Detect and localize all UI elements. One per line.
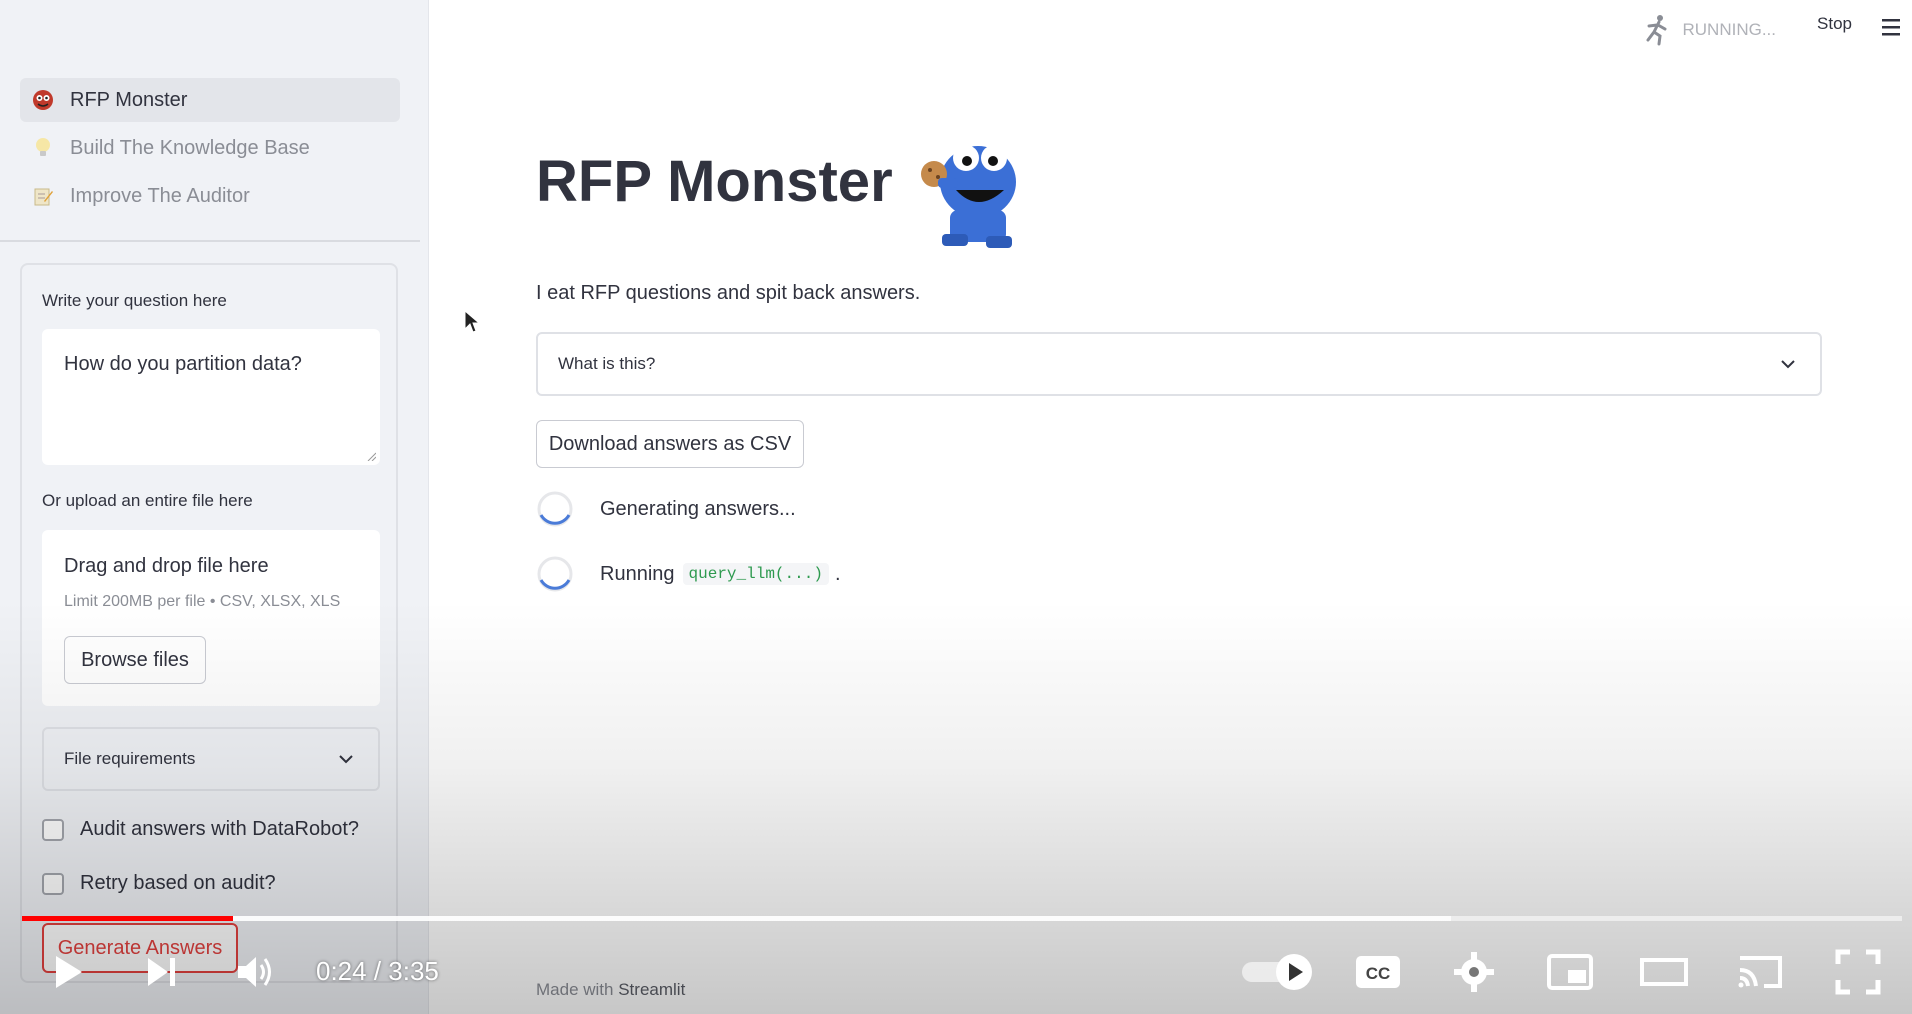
retry-label: Retry based on audit? xyxy=(80,872,276,894)
captions-icon[interactable]: CC xyxy=(1354,948,1402,996)
checkbox-box[interactable] xyxy=(42,872,64,895)
question-label: Write your question here xyxy=(42,291,227,310)
nav-item-build-knowledge-base[interactable]: Build The Knowledge Base xyxy=(20,126,400,170)
page-subtitle: I eat RFP questions and spit back answer… xyxy=(536,282,921,304)
stop-button[interactable]: Stop xyxy=(1817,14,1852,34)
volume-icon[interactable] xyxy=(232,948,280,996)
nav-item-improve-auditor[interactable]: Improve The Auditor xyxy=(20,174,400,218)
question-value: How do you partition data? xyxy=(64,353,302,375)
cast-icon[interactable] xyxy=(1736,948,1784,996)
spinner-running-suffix: . xyxy=(834,562,841,585)
progress-played xyxy=(22,916,233,921)
footer-prefix: Made with xyxy=(536,980,614,999)
sidebar-nav: RFP Monster Build The Knowledge Base Imp… xyxy=(20,78,400,222)
nav-label: Build The Knowledge Base xyxy=(70,136,310,159)
monster-face-icon xyxy=(30,87,56,113)
video-progress-bar[interactable] xyxy=(22,916,1902,921)
download-csv-button[interactable]: Download answers as CSV xyxy=(536,420,804,468)
status-text: RUNNING... xyxy=(1682,20,1777,39)
spinner-text: Generating answers... xyxy=(600,497,796,520)
fullscreen-icon[interactable] xyxy=(1834,948,1882,996)
memo-pencil-icon xyxy=(30,183,56,209)
page-title: RFP Monster xyxy=(536,149,893,214)
spinner-running: Running query_llm(...) . xyxy=(536,555,841,593)
expander-label: What is this? xyxy=(558,354,656,373)
checkbox-box[interactable] xyxy=(42,818,64,841)
next-icon[interactable] xyxy=(138,948,186,996)
chevron-down-icon xyxy=(1781,360,1795,369)
file-requirements-expander[interactable]: File requirements xyxy=(42,727,380,791)
dropzone-title: Drag and drop file here xyxy=(64,555,269,577)
sidebar-divider xyxy=(0,240,420,242)
footer: Made with Streamlit xyxy=(536,980,685,1000)
running-status: RUNNING... xyxy=(1641,14,1777,46)
retry-checkbox[interactable]: Retry based on audit? xyxy=(42,872,276,895)
sidebar: RFP Monster Build The Knowledge Base Imp… xyxy=(0,0,429,1014)
play-icon[interactable] xyxy=(44,948,92,996)
hamburger-menu-icon[interactable] xyxy=(1878,14,1904,40)
loading-spinner-icon xyxy=(537,556,573,592)
spinner-running-prefix: Running xyxy=(600,562,675,585)
video-time: 0:24 / 3:35 xyxy=(316,956,439,986)
spinner-generating: Generating answers... xyxy=(536,490,796,528)
question-input[interactable]: How do you partition data? xyxy=(42,329,380,465)
svg-text:CC: CC xyxy=(1366,964,1391,983)
audit-checkbox[interactable]: Audit answers with DataRobot? xyxy=(42,818,359,841)
nav-item-rfp-monster[interactable]: RFP Monster xyxy=(20,78,400,122)
resize-grip-icon[interactable] xyxy=(366,451,376,461)
upload-label: Or upload an entire file here xyxy=(42,491,253,510)
loading-spinner-icon xyxy=(537,491,573,527)
dropzone-limit: Limit 200MB per file • CSV, XLSX, XLS xyxy=(64,593,341,610)
mouse-cursor-icon xyxy=(464,310,480,333)
progress-buffered xyxy=(22,916,1451,921)
running-man-icon xyxy=(1646,15,1666,46)
autoplay-toggle-icon[interactable] xyxy=(1238,948,1318,996)
miniplayer-icon[interactable] xyxy=(1546,948,1594,996)
question-form: Write your question here How do you part… xyxy=(20,263,398,983)
what-is-this-expander[interactable]: What is this? xyxy=(536,332,1822,396)
chevron-down-icon xyxy=(339,755,353,764)
theater-mode-icon[interactable] xyxy=(1640,948,1688,996)
browse-files-button[interactable]: Browse files xyxy=(64,636,206,684)
spinner-running-code: query_llm(...) xyxy=(682,563,829,585)
nav-label: Improve The Auditor xyxy=(70,184,250,207)
file-requirements-label: File requirements xyxy=(64,749,196,768)
nav-label: RFP Monster xyxy=(70,88,188,111)
footer-brand-link[interactable]: Streamlit xyxy=(618,980,685,999)
audit-label: Audit answers with DataRobot? xyxy=(80,818,360,840)
light-bulb-icon xyxy=(30,135,56,161)
cookie-monster-mascot-icon xyxy=(921,145,1016,248)
settings-gear-icon[interactable] xyxy=(1450,948,1498,996)
